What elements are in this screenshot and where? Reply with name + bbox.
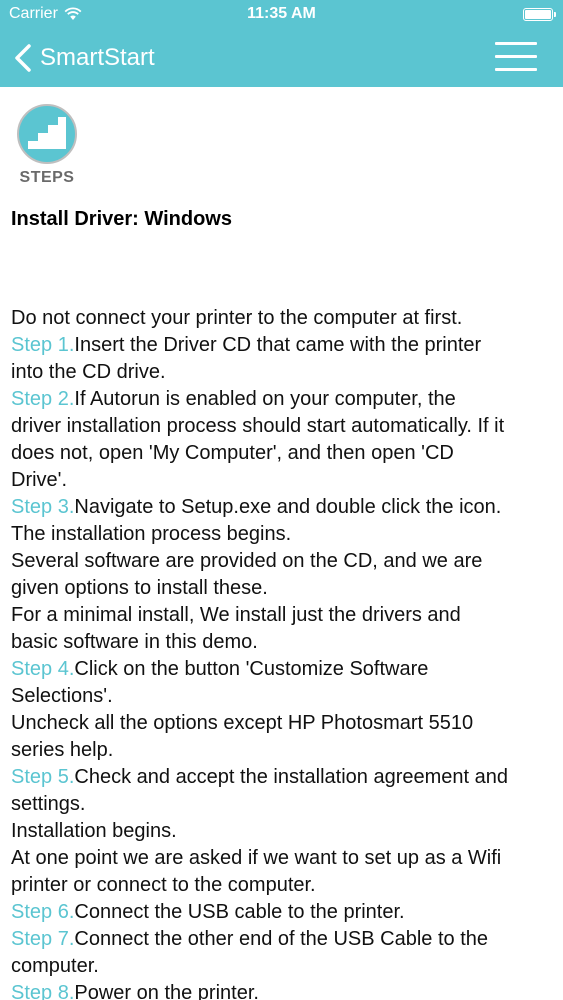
step-label: Step 2. <box>11 388 75 410</box>
instruction-line: Uncheck all the options except HP Photos… <box>11 710 556 737</box>
step-label: Step 1. <box>11 334 75 356</box>
step-label: Step 3. <box>11 496 75 518</box>
instructions-text: Do not connect your printer to the compu… <box>11 305 556 1000</box>
status-time: 11:35 AM <box>247 5 316 22</box>
instruction-line: series help. <box>11 737 556 764</box>
instruction-text: Connect the other end of the USB Cable t… <box>74 928 488 950</box>
instruction-line: into the CD drive. <box>11 359 556 386</box>
navigation-bar: SmartStart <box>0 30 563 87</box>
instruction-text: Navigate to Setup.exe and double click t… <box>74 496 502 518</box>
step-line: Step 4.Click on the button 'Customize So… <box>11 656 556 683</box>
instruction-line: Do not connect your printer to the compu… <box>11 305 556 332</box>
instruction-line: printer or connect to the computer. <box>11 872 556 899</box>
instruction-line: computer. <box>11 953 556 980</box>
instruction-text: The installation process begins. <box>11 523 292 545</box>
instruction-line: For a minimal install, We install just t… <box>11 602 556 629</box>
instruction-text: settings. <box>11 793 86 815</box>
steps-logo: STEPS <box>12 103 82 187</box>
content-area[interactable]: STEPS Install Driver: Windows Do not con… <box>0 87 563 1000</box>
instruction-line: settings. <box>11 791 556 818</box>
step-line: Step 6.Connect the USB cable to the prin… <box>11 899 556 926</box>
step-line: Step 1.Insert the Driver CD that came wi… <box>11 332 556 359</box>
step-line: Step 5.Check and accept the installation… <box>11 764 556 791</box>
instruction-text: printer or connect to the computer. <box>11 874 316 896</box>
stairs-icon <box>17 104 77 164</box>
instruction-text: For a minimal install, We install just t… <box>11 604 461 626</box>
instruction-text: computer. <box>11 955 99 977</box>
instruction-text: Installation begins. <box>11 820 177 842</box>
step-label: Step 8. <box>11 982 75 1000</box>
instruction-text: Check and accept the installation agreem… <box>74 766 509 788</box>
instruction-text: Several software are provided on the CD,… <box>11 550 483 572</box>
step-label: Step 5. <box>11 766 75 788</box>
instruction-line: The installation process begins. <box>11 521 556 548</box>
step-line: Step 2.If Autorun is enabled on your com… <box>11 386 556 413</box>
back-button[interactable]: SmartStart <box>12 38 155 78</box>
instruction-text: Insert the Driver CD that came with the … <box>74 334 482 356</box>
step-line: Step 8.Power on the printer. <box>11 980 556 1000</box>
instruction-text: series help. <box>11 739 114 761</box>
status-bar: Carrier 11:35 AM <box>0 0 563 30</box>
instruction-text: Do not connect your printer to the compu… <box>11 307 463 329</box>
instruction-line: Installation begins. <box>11 818 556 845</box>
steps-label: STEPS <box>19 169 75 186</box>
instruction-line: basic software in this demo. <box>11 629 556 656</box>
instruction-text: Power on the printer. <box>74 982 259 1000</box>
instruction-text: does not, open 'My Computer', and then o… <box>11 442 454 464</box>
instruction-line: Several software are provided on the CD,… <box>11 548 556 575</box>
app-header: Carrier 11:35 AM SmartStart <box>0 0 563 87</box>
instruction-text: driver installation process should start… <box>11 415 505 437</box>
hamburger-line-middle <box>495 55 537 58</box>
hamburger-line-bottom <box>495 68 537 71</box>
instruction-text: basic software in this demo. <box>11 631 258 653</box>
instruction-text: At one point we are asked if we want to … <box>11 847 502 869</box>
step-label: Step 4. <box>11 658 75 680</box>
instruction-line: given options to install these. <box>11 575 556 602</box>
chevron-left-icon <box>15 44 31 72</box>
step-line: Step 7.Connect the other end of the USB … <box>11 926 556 953</box>
instruction-text: Drive'. <box>11 469 68 491</box>
instruction-line: At one point we are asked if we want to … <box>11 845 556 872</box>
instruction-line: Drive'. <box>11 467 556 494</box>
instruction-line: Selections'. <box>11 683 556 710</box>
hamburger-line-top <box>495 42 537 45</box>
instruction-line: does not, open 'My Computer', and then o… <box>11 440 556 467</box>
instruction-text: Click on the button 'Customize Software <box>74 658 429 680</box>
step-line: Step 3.Navigate to Setup.exe and double … <box>11 494 556 521</box>
instruction-text: Uncheck all the options except HP Photos… <box>11 712 474 734</box>
instruction-text: into the CD drive. <box>11 361 166 383</box>
instruction-text: Selections'. <box>11 685 113 707</box>
step-label: Step 7. <box>11 928 75 950</box>
instruction-text: given options to install these. <box>11 577 268 599</box>
back-label: SmartStart <box>40 44 155 71</box>
instruction-text: If Autorun is enabled on your computer, … <box>74 388 456 410</box>
instruction-text: Connect the USB cable to the printer. <box>74 901 405 923</box>
step-label: Step 6. <box>11 901 75 923</box>
instruction-line: driver installation process should start… <box>11 413 556 440</box>
battery-icon <box>523 8 556 21</box>
page-title: Install Driver: Windows <box>11 208 232 230</box>
menu-button[interactable] <box>495 40 537 74</box>
